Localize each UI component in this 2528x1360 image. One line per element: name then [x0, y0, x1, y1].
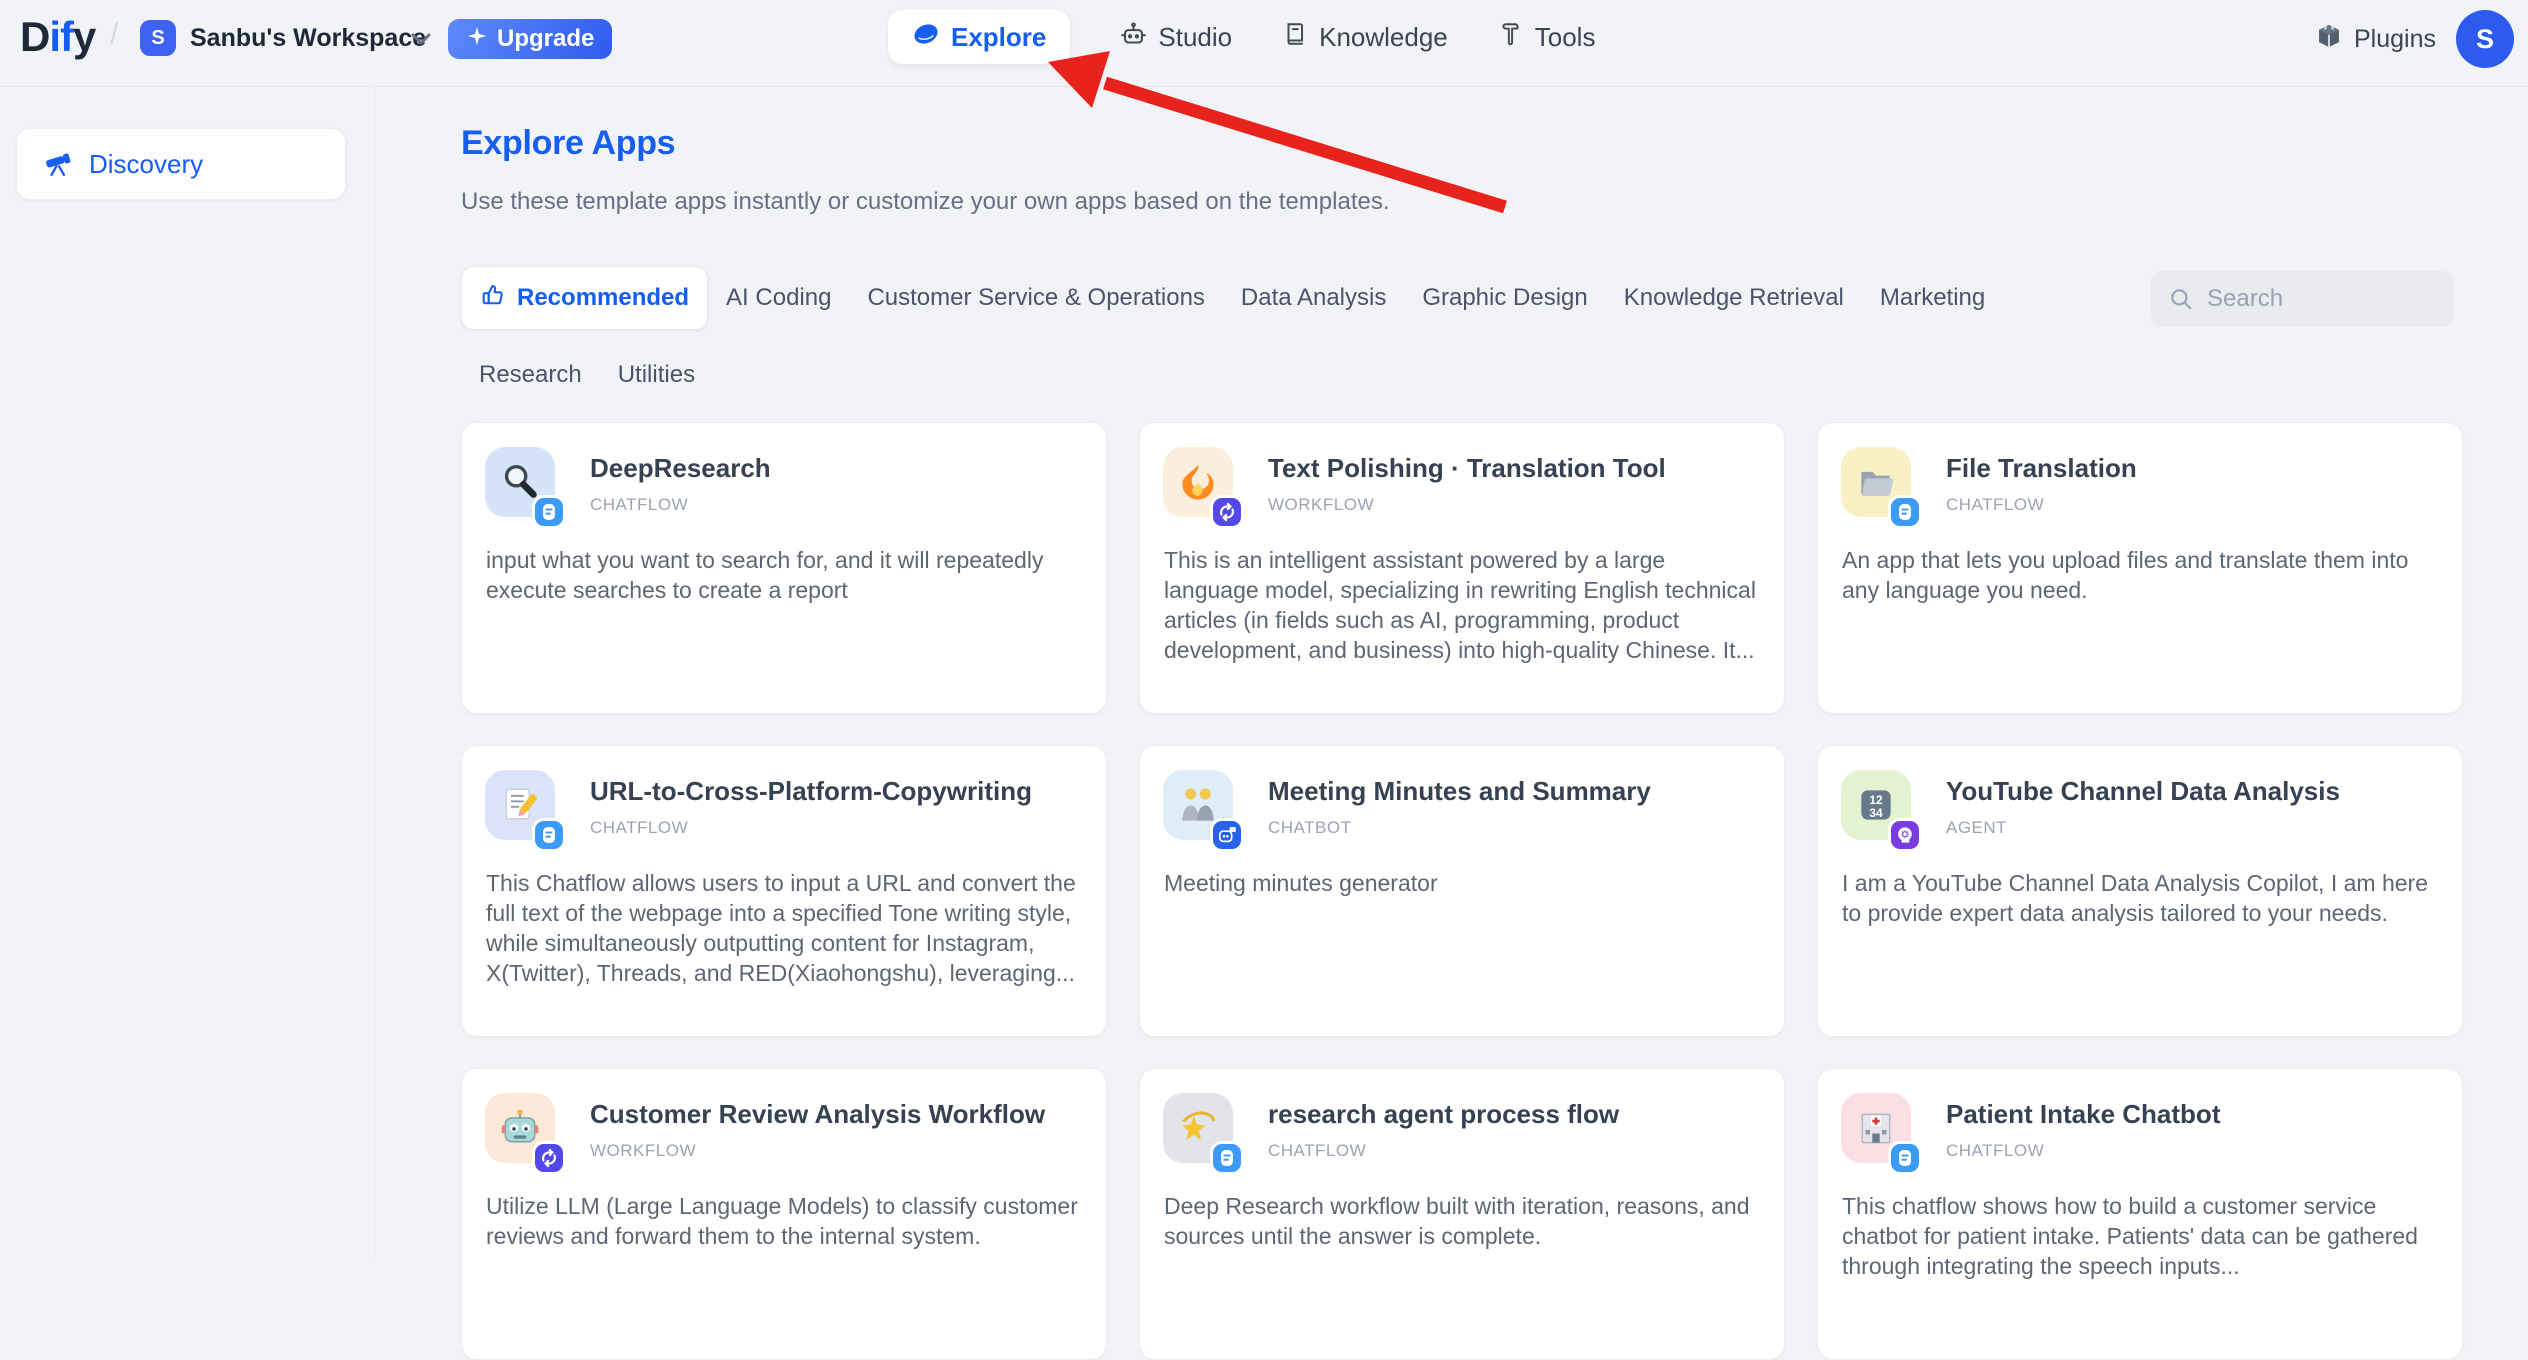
app-card-title: Customer Review Analysis Workflow: [590, 1099, 1086, 1130]
app-card-description: Utilize LLM (Large Language Models) to c…: [486, 1191, 1084, 1251]
plugins-button[interactable]: Plugins: [2315, 22, 2436, 57]
app-card-title: URL-to-Cross-Platform-Copywriting: [590, 776, 1086, 807]
main-nav: Explore Studio Knowledge: [888, 10, 1595, 64]
page-subtitle: Use these template apps instantly or cus…: [461, 188, 1390, 216]
app-card-type-label: CHATFLOW: [1946, 1141, 2044, 1161]
app-card-description: This Chatflow allows users to input a UR…: [486, 868, 1084, 988]
category-tabs-row-1: Recommended AI Coding Customer Service & O…: [461, 266, 2121, 330]
plugins-cube-icon: [2315, 22, 2343, 57]
dify-logo: Dify: [20, 13, 95, 61]
app-card-description: This chatflow shows how to build a custo…: [1842, 1191, 2440, 1281]
app-card[interactable]: Customer Review Analysis Workflow WORKFL…: [461, 1068, 1107, 1360]
category-tab-label: AI Coding: [726, 284, 831, 312]
category-tab-ai-coding[interactable]: AI Coding: [708, 267, 849, 329]
app-card[interactable]: DeepResearch CHATFLOW input what you wan…: [461, 422, 1107, 714]
category-tab-graphic-design[interactable]: Graphic Design: [1404, 267, 1605, 329]
robot-head-icon: [1120, 20, 1147, 54]
app-card-type-label: WORKFLOW: [590, 1141, 696, 1161]
app-card-title: research agent process flow: [1268, 1099, 1764, 1130]
workspace-name[interactable]: Sanbu's Workspace: [190, 24, 426, 53]
app-cards-grid: DeepResearch CHATFLOW input what you wan…: [461, 422, 2463, 1360]
app-card[interactable]: Text Polishing · Translation Tool WORKFL…: [1139, 422, 1785, 714]
hammer-icon: [1498, 21, 1524, 54]
category-tab-research[interactable]: Research: [461, 344, 600, 406]
nav-tab-explore[interactable]: Explore: [888, 10, 1070, 64]
chevron-down-icon[interactable]: [410, 32, 432, 51]
app-card[interactable]: URL-to-Cross-Platform-Copywriting CHATFL…: [461, 745, 1107, 1037]
top-header: Dify / S Sanbu's Workspace Upgrade Explo…: [0, 0, 2528, 86]
sidebar-item-discovery[interactable]: Discovery: [16, 128, 346, 200]
upgrade-button[interactable]: Upgrade: [448, 19, 612, 59]
category-tab-label: Data Analysis: [1241, 284, 1386, 312]
workflow-badge-icon: [532, 1141, 566, 1175]
app-card-description: I am a YouTube Channel Data Analysis Cop…: [1842, 868, 2440, 928]
breadcrumb-separator: /: [110, 18, 118, 52]
app-card[interactable]: Meeting Minutes and Summary CHATBOT Meet…: [1139, 745, 1785, 1037]
search-input[interactable]: [2151, 271, 2453, 327]
app-card-description: Deep Research workflow built with iterat…: [1164, 1191, 1762, 1251]
search-box: [2151, 271, 2453, 327]
app-card-type-label: WORKFLOW: [1268, 495, 1374, 515]
sidebar: Discovery: [0, 87, 375, 1258]
app-card-title: YouTube Channel Data Analysis: [1946, 776, 2442, 807]
page-title: Explore Apps: [461, 124, 675, 163]
nav-tab-studio[interactable]: Studio: [1120, 20, 1232, 54]
app-card[interactable]: File Translation CHATFLOW An app that le…: [1817, 422, 2463, 714]
nav-tab-tools[interactable]: Tools: [1498, 21, 1596, 54]
category-tabs-row-2: Research Utilities: [461, 344, 2121, 406]
app-card-description: Meeting minutes generator: [1164, 868, 1762, 898]
app-card-title: File Translation: [1946, 453, 2442, 484]
app-card-description: An app that lets you upload files and tr…: [1842, 545, 2440, 605]
category-tab-knowledge-retrieval[interactable]: Knowledge Retrieval: [1606, 267, 1862, 329]
category-tab-label: Research: [479, 361, 582, 389]
app-card-description: This is an intelligent assistant powered…: [1164, 545, 1762, 665]
category-tab-label: Customer Service & Operations: [867, 284, 1204, 312]
app-card-type-label: CHATFLOW: [590, 495, 688, 515]
category-tabs: Recommended AI Coding Customer Service & O…: [461, 266, 2121, 406]
workflow-badge-icon: [1210, 495, 1244, 529]
chatbot-badge-icon: [1210, 818, 1244, 852]
chatflow-badge-icon: [1888, 1141, 1922, 1175]
nav-tab-knowledge[interactable]: Knowledge: [1282, 21, 1448, 54]
category-tab-data-analysis[interactable]: Data Analysis: [1223, 267, 1404, 329]
header-divider: [0, 86, 2528, 87]
chatflow-badge-icon: [1888, 495, 1922, 529]
app-card-title: Patient Intake Chatbot: [1946, 1099, 2442, 1130]
category-tab-marketing[interactable]: Marketing: [1862, 267, 2003, 329]
chatflow-badge-icon: [532, 818, 566, 852]
thumbs-up-icon: [480, 282, 506, 315]
app-card-type-label: CHATFLOW: [590, 818, 688, 838]
telescope-icon: [43, 147, 73, 182]
app-card[interactable]: 1234 YouTube Channel Data Analysis AGENT…: [1817, 745, 2463, 1037]
book-icon: [1282, 21, 1308, 54]
category-tab-label: Graphic Design: [1422, 284, 1587, 312]
app-card[interactable]: research agent process flow CHATFLOW Dee…: [1139, 1068, 1785, 1360]
sparkle-icon: [466, 25, 488, 54]
workspace-avatar[interactable]: S: [140, 20, 176, 56]
category-tab-label: Recommended: [517, 284, 689, 312]
app-card-type-label: CHATBOT: [1268, 818, 1351, 838]
category-tab-customer-service-operations[interactable]: Customer Service & Operations: [849, 267, 1222, 329]
user-avatar[interactable]: S: [2456, 10, 2514, 68]
app-card-title: Text Polishing · Translation Tool: [1268, 453, 1764, 484]
svg-text:34: 34: [1869, 806, 1883, 820]
agent-badge-icon: [1888, 818, 1922, 852]
app-card-description: input what you want to search for, and i…: [486, 545, 1084, 605]
chatflow-badge-icon: [532, 495, 566, 529]
svg-text:12: 12: [1869, 793, 1883, 807]
category-tab-label: Utilities: [618, 361, 695, 389]
app-card-type-label: CHATFLOW: [1946, 495, 2044, 515]
category-tab-recommended[interactable]: Recommended: [461, 266, 708, 330]
explore-icon: [912, 20, 940, 55]
app-card-type-label: CHATFLOW: [1268, 1141, 1366, 1161]
category-tab-label: Marketing: [1880, 284, 1985, 312]
chatflow-badge-icon: [1210, 1141, 1244, 1175]
sidebar-item-label: Discovery: [89, 149, 203, 180]
category-tab-utilities[interactable]: Utilities: [600, 344, 713, 406]
app-card-type-label: AGENT: [1946, 818, 2007, 838]
app-card-title: DeepResearch: [590, 453, 1086, 484]
category-tab-label: Knowledge Retrieval: [1624, 284, 1844, 312]
app-card-title: Meeting Minutes and Summary: [1268, 776, 1764, 807]
app-card[interactable]: Patient Intake Chatbot CHATFLOW This cha…: [1817, 1068, 2463, 1360]
